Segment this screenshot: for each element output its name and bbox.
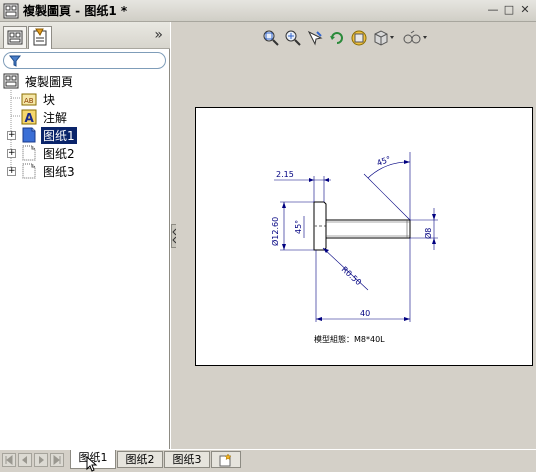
svg-text:A: A	[25, 111, 35, 125]
dim-head-angle: 45°	[294, 220, 303, 234]
heads-up-toolbar	[261, 27, 430, 49]
drawing-document-icon	[3, 3, 19, 18]
rotate-button[interactable]	[327, 29, 346, 48]
tab-property-manager[interactable]	[28, 26, 52, 49]
tree-item-label: 图纸1	[40, 125, 78, 145]
filter-icon	[9, 55, 21, 67]
tree-item-label: 块	[43, 92, 56, 107]
dim-shank-diameter: Ø8	[423, 228, 433, 239]
tree-item-block[interactable]: AB 块	[21, 90, 57, 108]
collapse-pane-button[interactable]: »	[154, 27, 163, 43]
sheet-icon	[22, 163, 36, 179]
configuration-caption: 模型組態：M8*40L	[314, 334, 385, 344]
bolt-drawing-view: 2.15 Ø12.60 45° 45° R0.50 40 Ø8 模型組態：M8*…	[270, 152, 438, 344]
zoom-fit-icon	[263, 30, 279, 46]
block-icon: AB	[21, 93, 37, 106]
annotation-icon: A	[21, 109, 37, 125]
sheet-tab-bar: 图纸1 图纸2 图纸3	[0, 449, 536, 472]
last-arrow-icon	[53, 454, 61, 466]
hide-show-icon	[403, 30, 427, 44]
title-bar: 複製圖頁 - 图纸1 * — □ ✕	[0, 0, 536, 22]
tree-item-annotations[interactable]: A 注解	[21, 108, 69, 126]
graphics-area[interactable]: 2.15 Ø12.60 45° 45° R0.50 40 Ø8 模型組態：M8*…	[176, 22, 536, 449]
drawing-sheet[interactable]: 2.15 Ø12.60 45° 45° R0.50 40 Ø8 模型組態：M8*…	[195, 107, 533, 366]
close-button[interactable]: ✕	[518, 3, 532, 17]
display-style-icon	[374, 30, 394, 46]
feature-tree-icon	[7, 30, 23, 45]
add-sheet-button[interactable]	[211, 451, 241, 468]
dim-head-diameter: Ø12.60	[270, 217, 280, 246]
pan-icon	[307, 30, 323, 46]
prev-sheet-button[interactable]	[18, 453, 32, 467]
next-sheet-button[interactable]	[34, 453, 48, 467]
sheet-tab-2[interactable]: 图纸2	[117, 451, 163, 468]
tree-item-sheet2[interactable]: 图纸2	[21, 144, 77, 162]
view-orientation-button[interactable]	[349, 29, 368, 48]
add-sheet-icon	[219, 453, 232, 467]
tree-item-label: 图纸3	[43, 164, 75, 179]
dim-chamfer-length: 2.15	[276, 170, 294, 179]
minimize-button[interactable]: —	[486, 3, 500, 17]
expand-toggle[interactable]: +	[7, 131, 16, 140]
rotate-icon	[329, 32, 343, 44]
window-title: 複製圖頁 - 图纸1 *	[23, 4, 128, 18]
dim-radius: R0.50	[340, 265, 363, 287]
feature-manager-pane: » 複製圖頁 AB 块 A 注解 + 图纸1 + 图纸2 + 图纸3	[0, 22, 170, 449]
tree-item-label: 图纸2	[43, 146, 75, 161]
hide-show-button[interactable]	[400, 29, 430, 48]
property-manager-icon	[33, 28, 47, 46]
tab-feature-tree[interactable]	[3, 26, 27, 48]
next-arrow-icon	[39, 456, 44, 464]
tree-item-sheet1[interactable]: 图纸1	[21, 125, 78, 145]
zoom-area-button[interactable]	[283, 29, 302, 48]
svg-text:AB: AB	[24, 97, 34, 105]
zoom-to-fit-button[interactable]	[261, 29, 280, 48]
tree-filter-input[interactable]	[3, 52, 166, 69]
tree-item-label: 注解	[43, 110, 68, 125]
sheet-icon	[22, 145, 36, 161]
first-arrow-icon	[5, 454, 13, 466]
tree-item-sheet3[interactable]: 图纸3	[21, 162, 77, 180]
maximize-button[interactable]: □	[502, 3, 516, 17]
first-sheet-button[interactable]	[2, 453, 16, 467]
dim-length: 40	[360, 309, 370, 318]
expand-toggle[interactable]: +	[7, 149, 16, 158]
pane-tab-strip: »	[0, 22, 170, 49]
prev-arrow-icon	[22, 456, 27, 464]
dim-tip-angle: 45°	[376, 155, 392, 168]
expand-toggle[interactable]: +	[7, 167, 16, 176]
display-style-button[interactable]	[371, 29, 397, 48]
last-sheet-button[interactable]	[50, 453, 64, 467]
pan-button[interactable]	[305, 29, 324, 48]
zoom-area-icon	[285, 30, 301, 46]
sheet-tab-3[interactable]: 图纸3	[164, 451, 210, 468]
sheet-icon	[22, 127, 36, 143]
view-orientation-icon	[351, 30, 366, 46]
